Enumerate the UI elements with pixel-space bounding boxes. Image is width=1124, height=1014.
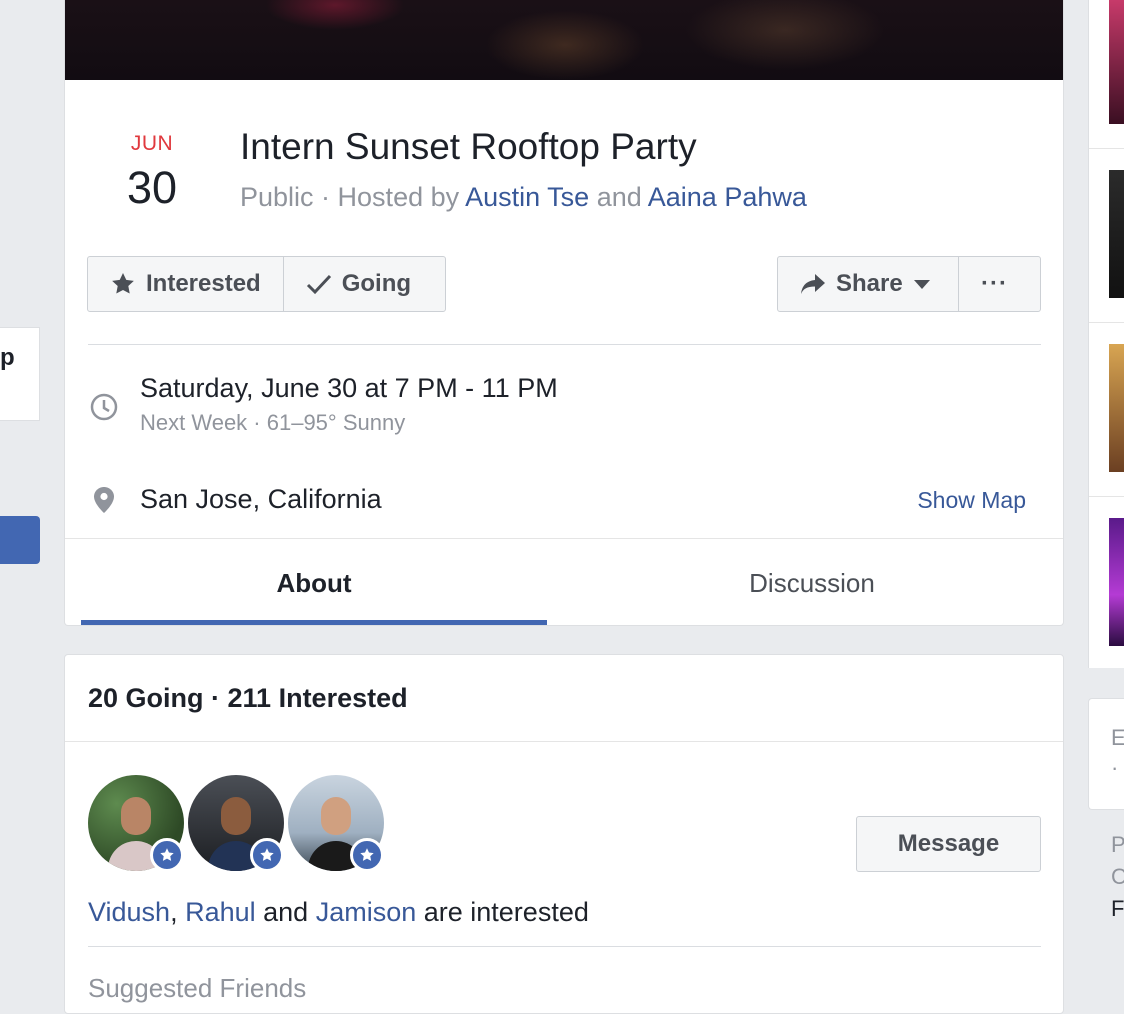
right-card-text-fragment: · [1111,755,1119,780]
subtitle-separator: · [313,182,338,212]
interested-star-badge-icon [350,838,384,872]
right-footer-text-fragment: F [1111,896,1124,921]
interested-button-label: Interested [146,270,261,297]
divider [1089,496,1124,497]
divider [1089,148,1124,149]
friends-interested-line: Vidush, Rahul and Jamison are interested [88,897,589,928]
interested-star-badge-icon [250,838,284,872]
caret-down-icon [913,278,931,290]
hosted-by-label: Hosted by [337,182,466,212]
tab-discussion[interactable]: Discussion [547,540,1063,625]
host-and: and [589,182,648,212]
cover-light-center [485,10,645,80]
divider [65,741,1063,742]
more-dots-icon: ··· [981,270,1008,297]
location-pin-icon [93,486,115,519]
host-link-austin-tse[interactable]: Austin Tse [465,182,589,212]
related-event-thumbnail[interactable] [1109,344,1124,472]
tab-about[interactable]: About [81,540,547,625]
event-subtitle: Public · Hosted by Austin Tse and Aaina … [240,182,807,213]
event-date-day: 30 [126,162,178,213]
active-tab-indicator [81,620,547,625]
share-button-label: Share [836,270,903,297]
attendance-card: 20 Going · 211 Interested Message Vidush… [64,654,1064,1014]
left-card-text-fragment: p [0,344,15,371]
divider [88,344,1041,345]
share-button-group: Share ··· [777,256,1041,312]
cover-light-left [265,0,405,30]
right-footer-text-fragment: C [1111,864,1124,889]
friends-suffix: are interested [416,897,589,927]
share-arrow-icon [800,273,826,295]
event-date-month: JUN [130,132,174,155]
friend-link-jamison[interactable]: Jamison [316,897,417,927]
attendance-header[interactable]: 20 Going · 211 Interested [88,683,408,714]
clock-icon [89,392,119,427]
left-sidebar-blue-button[interactable] [0,516,40,564]
friends-and: and [255,897,316,927]
related-event-thumbnail[interactable] [1109,0,1124,124]
event-title: Intern Sunset Rooftop Party [240,126,697,167]
event-cover-photo[interactable] [65,0,1063,80]
left-sidebar-card: p [0,327,40,421]
right-column-card-2: E · [1088,698,1124,810]
right-card-text-fragment: E [1111,725,1124,750]
event-card: JUN 30 Intern Sunset Rooftop Party Publi… [64,0,1064,626]
event-time-secondary: Next Week · 61–95° Sunny [140,410,406,435]
checkmark-icon [306,273,332,295]
divider [88,946,1041,947]
friend-link-vidush[interactable]: Vidush [88,897,170,927]
related-event-thumbnail[interactable] [1109,170,1124,298]
host-link-aaina-pahwa[interactable]: Aaina Pahwa [648,182,807,212]
cover-light-right [685,0,885,70]
going-button[interactable]: Going [282,257,433,311]
friends-comma: , [170,897,186,927]
suggested-friends-title: Suggested Friends [88,973,307,1003]
tabs-divider [65,538,1063,539]
right-column-card [1088,0,1124,668]
event-location[interactable]: San Jose, California [140,484,382,515]
right-footer-text-fragment: P [1111,832,1124,857]
friend-link-rahul[interactable]: Rahul [185,897,256,927]
show-map-link[interactable]: Show Map [917,487,1026,514]
message-button[interactable]: Message [856,816,1041,872]
star-icon [110,271,136,297]
related-event-thumbnail[interactable] [1109,518,1124,646]
interested-button[interactable]: Interested [88,257,283,311]
divider [1089,322,1124,323]
event-privacy: Public [240,182,314,212]
interested-star-badge-icon [150,838,184,872]
share-button[interactable]: Share [778,257,958,311]
going-button-label: Going [341,270,412,297]
event-time[interactable]: Saturday, June 30 at 7 PM - 11 PM [140,373,558,404]
rsvp-button-group: Interested Going [87,256,446,312]
more-options-button[interactable]: ··· [958,257,1030,311]
